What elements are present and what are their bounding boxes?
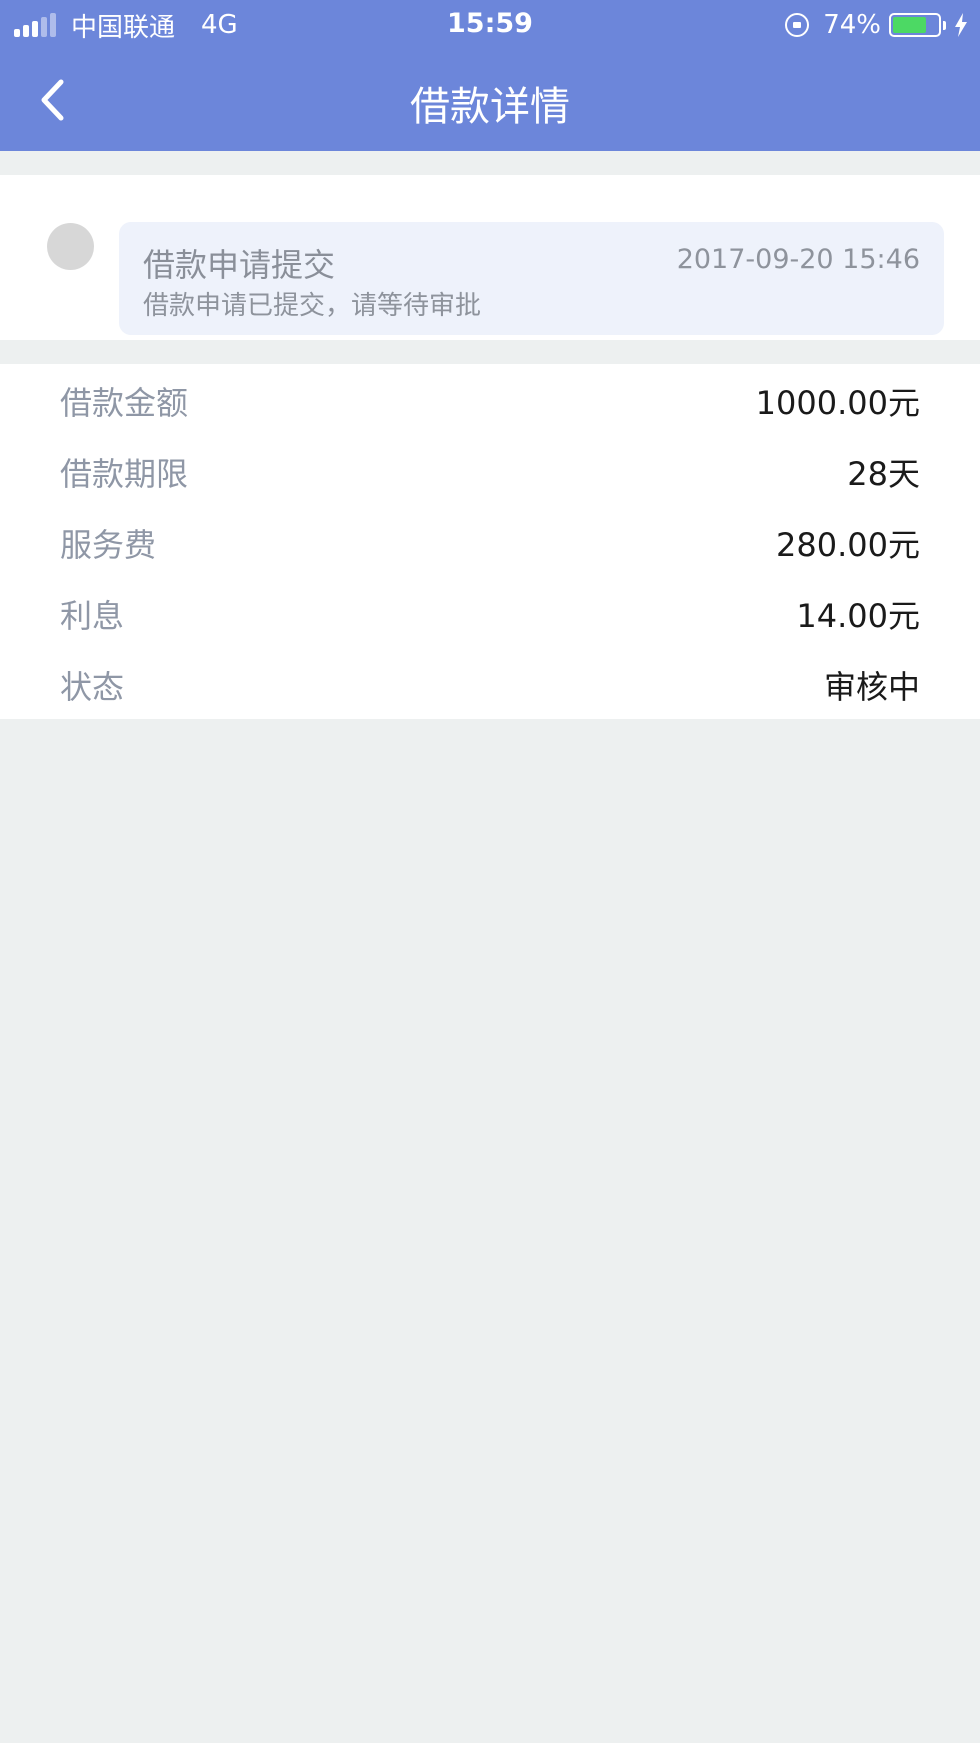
- detail-value: 审核中: [823, 668, 920, 706]
- detail-label: 状态: [60, 668, 125, 706]
- timeline-dot: [47, 223, 94, 270]
- detail-value: 280.00元: [776, 526, 920, 564]
- page-title: 借款详情: [410, 84, 570, 130]
- detail-value: 28天: [847, 455, 920, 493]
- detail-label: 服务费: [60, 526, 157, 564]
- event-time: 2017-09-20 15:46: [676, 244, 920, 275]
- battery-icon: [889, 13, 941, 37]
- loan-details-card: 借款金额 1000.00元 借款期限 28天 服务费 280.00元 利息 14…: [0, 364, 980, 719]
- detail-row-status: 状态 审核中: [0, 648, 980, 719]
- nav-bar: 借款详情: [0, 50, 980, 151]
- status-bar: 中国联通 4G 15:59 74%: [0, 0, 980, 50]
- event-title: 借款申请提交: [143, 246, 336, 284]
- detail-row-amount: 借款金额 1000.00元: [0, 364, 980, 435]
- status-right: 74%: [785, 8, 968, 42]
- top-bar: 中国联通 4G 15:59 74% 借款详情: [0, 0, 980, 151]
- detail-row-term: 借款期限 28天: [0, 435, 980, 506]
- battery-tip: [943, 20, 946, 30]
- orientation-lock-icon: [785, 13, 810, 37]
- detail-label: 利息: [60, 597, 125, 635]
- detail-value: 1000.00元: [755, 384, 920, 422]
- charging-bolt-icon: [955, 13, 967, 37]
- battery-percent: 74%: [823, 10, 881, 40]
- event-description: 借款申请已提交，请等待审批: [143, 291, 482, 321]
- detail-row-interest: 利息 14.00元: [0, 577, 980, 648]
- detail-label: 借款期限: [60, 455, 189, 493]
- detail-value: 14.00元: [796, 597, 920, 635]
- timeline-event: 借款申请提交 2017-09-20 15:46 借款申请已提交，请等待审批: [119, 222, 944, 335]
- detail-row-service-fee: 服务费 280.00元: [0, 506, 980, 577]
- timeline-card: 借款申请提交 2017-09-20 15:46 借款申请已提交，请等待审批: [0, 175, 980, 340]
- battery-level-fill: [893, 17, 926, 33]
- detail-label: 借款金额: [60, 384, 189, 422]
